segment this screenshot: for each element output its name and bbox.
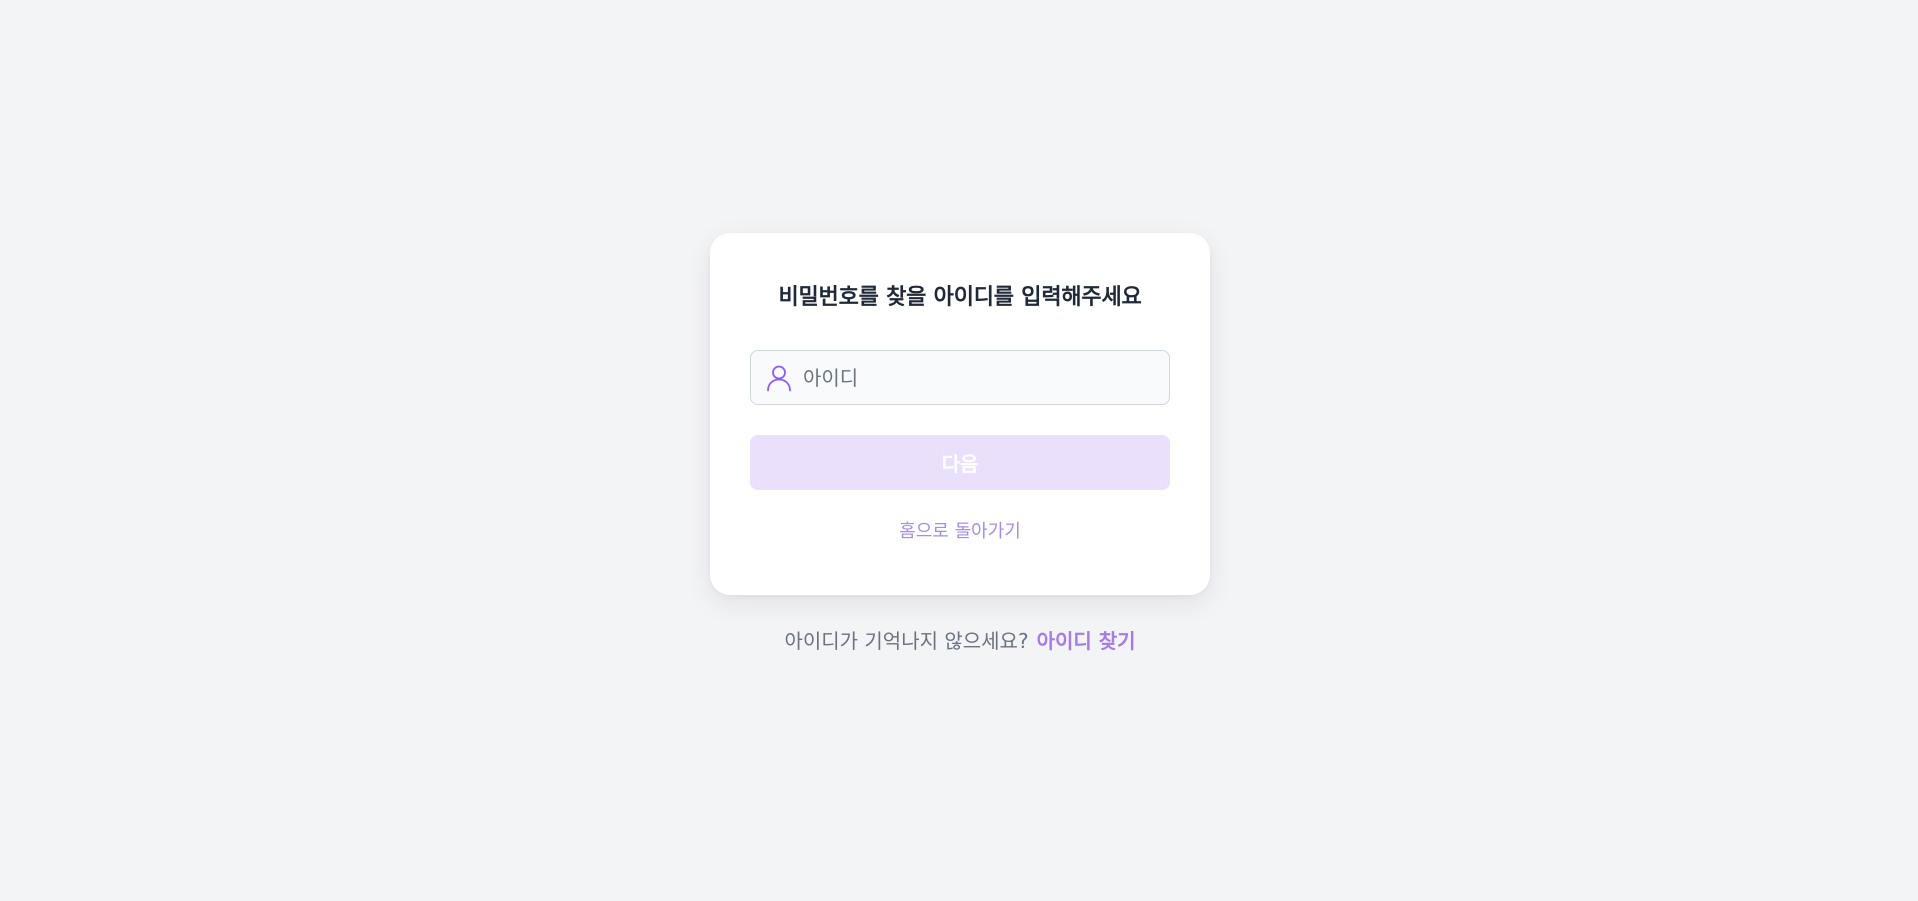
id-input[interactable] <box>794 351 1169 404</box>
find-id-link[interactable]: 아이디 찾기 <box>1037 629 1136 653</box>
forgot-id-text: 아이디가 기억나지 않으세요? <box>784 629 1029 653</box>
id-field[interactable] <box>750 350 1170 405</box>
find-password-card: 비밀번호를 찾을 아이디를 입력해주세요 다음 홈으로 돌아가기 <box>710 233 1210 595</box>
page: 비밀번호를 찾을 아이디를 입력해주세요 다음 홈으로 돌아가기 아이디가 기억… <box>0 0 1918 901</box>
user-icon <box>764 363 794 393</box>
find-id-prompt: 아이디가 기억나지 않으세요? 아이디 찾기 <box>710 625 1210 654</box>
next-button[interactable]: 다음 <box>750 435 1170 490</box>
back-to-home-link[interactable]: 홈으로 돌아가기 <box>710 517 1210 543</box>
page-title: 비밀번호를 찾을 아이디를 입력해주세요 <box>778 285 1142 310</box>
